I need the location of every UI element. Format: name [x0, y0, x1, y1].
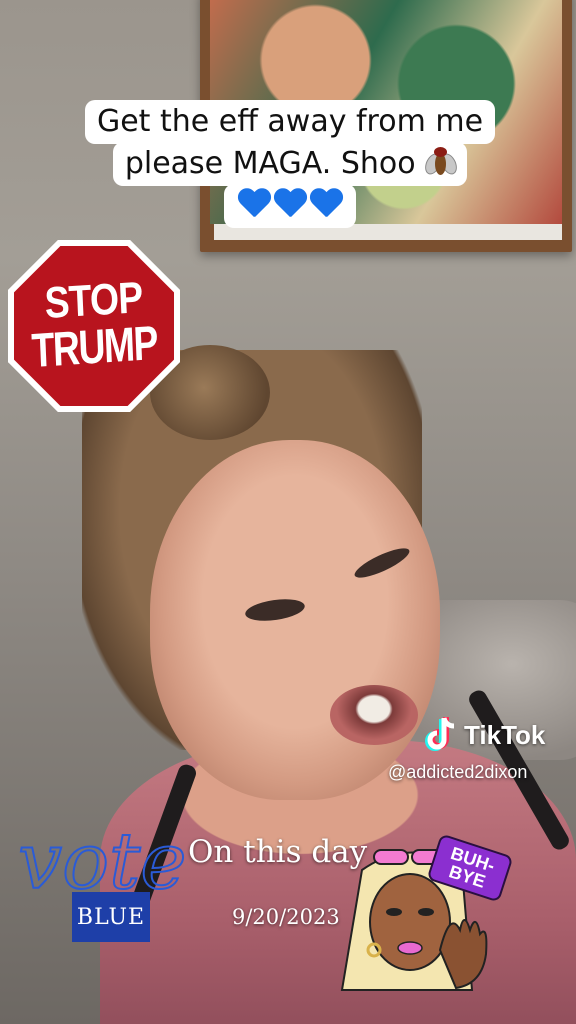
- caption-line-1: Get the eff away from me: [84, 100, 496, 144]
- stop-trump-sticker: STOP TRUMP: [8, 240, 180, 412]
- tiktok-brand: TikTok: [464, 719, 546, 750]
- blue-heart-icon: [273, 189, 307, 221]
- blue-heart-icon: [309, 189, 343, 221]
- caption: Get the eff away from me please MAGA. Sh…: [58, 100, 522, 228]
- caption-line-2-text: please MAGA. Shoo: [124, 146, 416, 181]
- caption-hearts: [224, 184, 356, 228]
- person-face: [150, 440, 440, 800]
- blue-heart-icon: [237, 189, 271, 221]
- trump-word: TRUMP: [30, 316, 158, 379]
- caption-line-2: please MAGA. Shoo: [112, 142, 468, 186]
- video-frame[interactable]: Get the eff away from me please MAGA. Sh…: [0, 0, 576, 1024]
- mouth: [330, 685, 418, 745]
- tiktok-logo-icon: [425, 717, 455, 751]
- fly-icon: [422, 147, 461, 177]
- vote-blue-box: BLUE: [72, 892, 150, 942]
- blue-label: BLUE: [76, 904, 146, 930]
- creator-handle[interactable]: @addicted2dixon: [388, 762, 527, 783]
- tiktok-watermark: TikTok: [424, 716, 545, 754]
